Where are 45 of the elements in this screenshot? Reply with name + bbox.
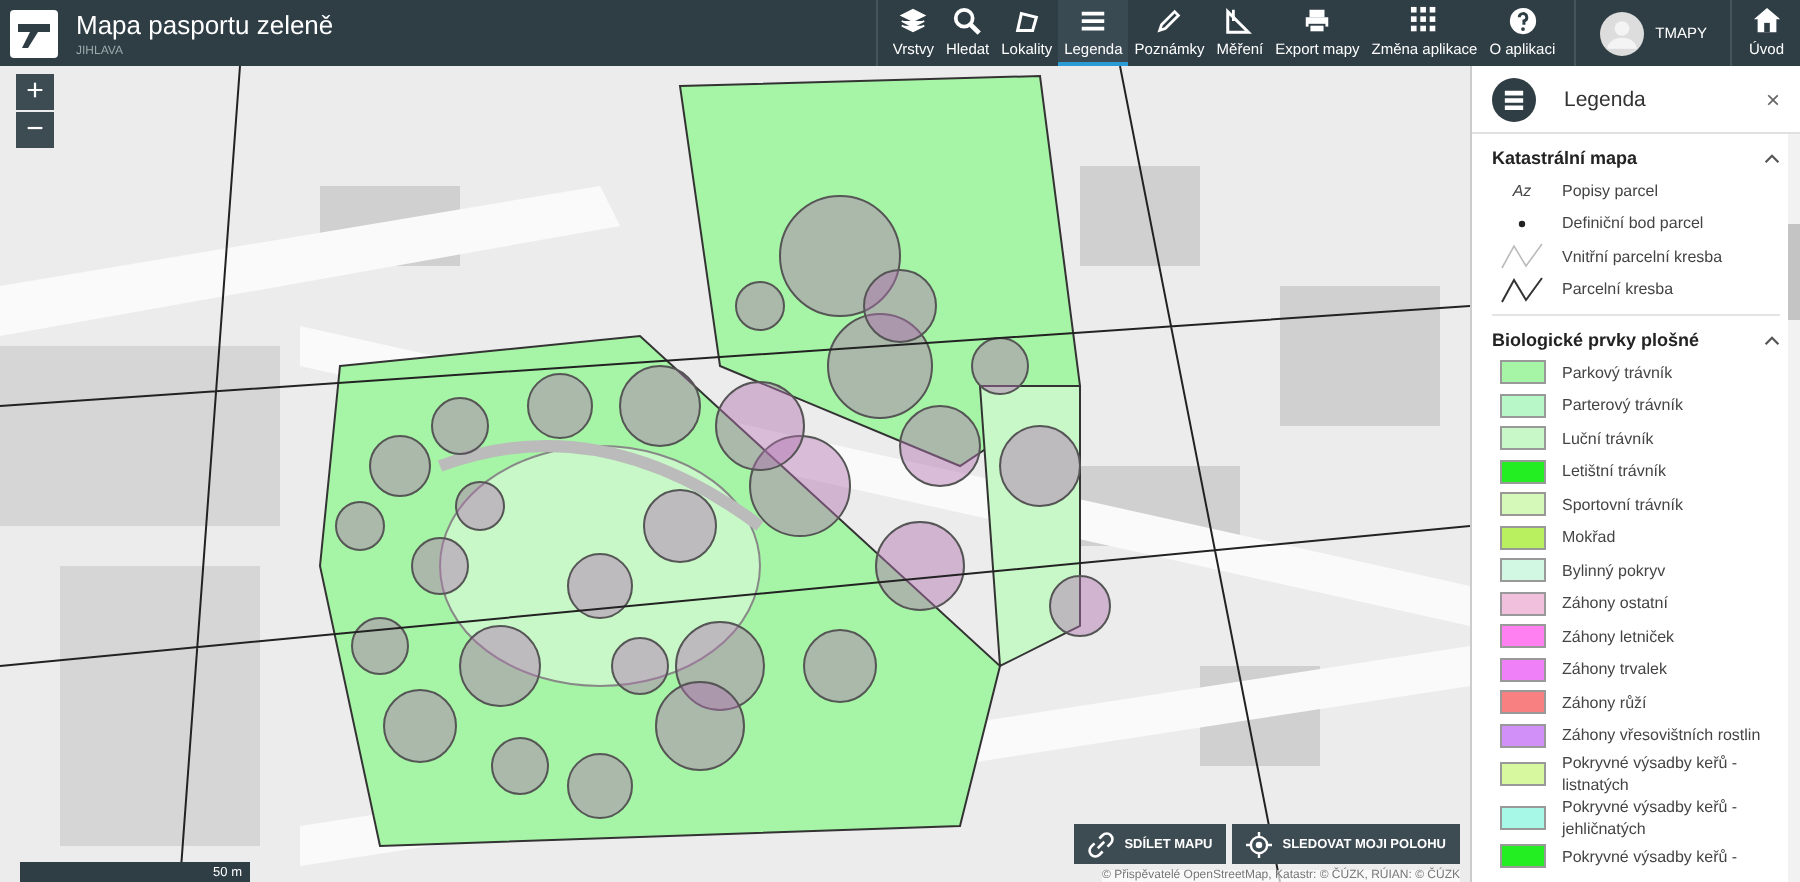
close-button[interactable]: ×: [1765, 85, 1780, 113]
ruler-icon: [1224, 5, 1255, 35]
legend-symbol: Az: [1512, 181, 1532, 200]
zoom-in-button[interactable]: +: [16, 74, 54, 110]
scrollbar[interactable]: [1788, 134, 1800, 882]
layers-icon: [898, 5, 929, 35]
legend-label: Parkový trávník: [1562, 361, 1673, 384]
zoom-out-button[interactable]: −: [16, 112, 54, 148]
legend-label: Pokryvné výsadby keřů -: [1562, 845, 1738, 868]
legend-label: Záhony ostatní: [1562, 592, 1668, 615]
app-logo-icon: [10, 9, 58, 57]
legend-label: Záhony letniček: [1562, 625, 1675, 648]
home-icon: [1751, 5, 1782, 35]
legend-label: Definiční bod parcel: [1562, 212, 1704, 235]
legend-label: Bylinný pokryv: [1562, 559, 1666, 582]
legend-label: Vnitřní parcelní kresba: [1562, 245, 1723, 268]
legend-label: Parcelní kresba: [1562, 278, 1674, 301]
legend-icon: [1492, 77, 1536, 121]
legend-label: Luční trávník: [1562, 427, 1654, 450]
legend-label: Sportovní trávník: [1562, 493, 1683, 516]
app-title: Mapa pasportu zeleně: [76, 9, 334, 39]
grid-icon: [1409, 5, 1440, 35]
legend-label: Záhony růží: [1562, 691, 1647, 714]
legend-label: Popisy parcel: [1562, 179, 1659, 202]
crosshair-icon: [1246, 831, 1273, 857]
pencil-icon: [1154, 5, 1185, 35]
printer-icon: [1302, 5, 1333, 35]
dot-icon: [1518, 219, 1526, 228]
legend-label: Parterový trávník: [1562, 394, 1683, 417]
zigzag-line-icon: [1500, 242, 1544, 271]
legend-label: Záhony trvalek: [1562, 658, 1667, 681]
legend-label: Letištní trávník: [1562, 460, 1667, 483]
avatar-icon: [1599, 11, 1644, 55]
search-icon: [952, 5, 983, 35]
legend-section-header[interactable]: Katastrální mapa: [1492, 142, 1780, 174]
map-drawing[interactable]: [0, 66, 1470, 882]
link-icon: [1088, 831, 1115, 857]
legend-label: Pokryvné výsadby keřů - jehličnatých: [1562, 796, 1740, 840]
legend-label: Záhony vřesovištních rostlin: [1562, 724, 1761, 747]
help-icon: [1507, 5, 1538, 35]
zigzag-line-icon: [1500, 275, 1544, 304]
legend-label: Mokřad: [1562, 526, 1616, 549]
legend-title: Legenda: [1564, 87, 1648, 111]
legend-section-header[interactable]: Biologické prvky plošné: [1492, 324, 1780, 356]
legend-label: Pokryvné výsadby keřů - listnatých: [1562, 752, 1740, 796]
